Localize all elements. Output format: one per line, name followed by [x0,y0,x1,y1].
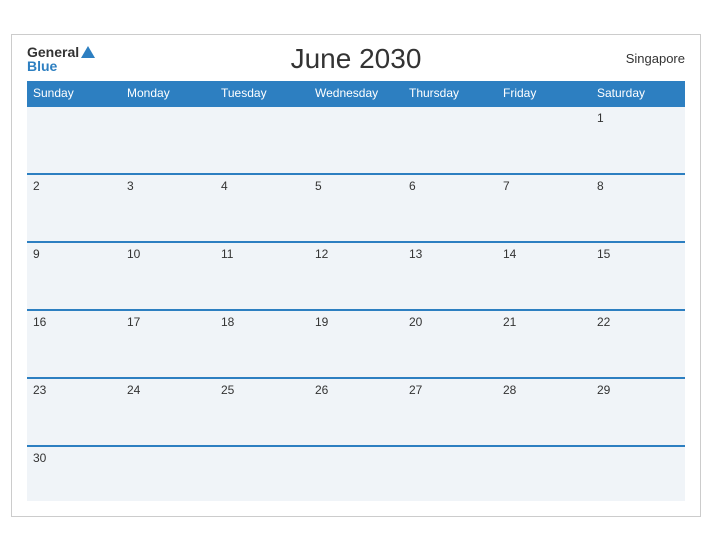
day-number: 5 [315,179,322,193]
calendar-cell [403,446,497,501]
day-number: 4 [221,179,228,193]
weekday-monday: Monday [121,81,215,106]
calendar-cell: 5 [309,174,403,242]
calendar-week-row: 30 [27,446,685,501]
calendar-cell [215,106,309,174]
calendar-cell [27,106,121,174]
day-number: 27 [409,383,422,397]
calendar-cell: 4 [215,174,309,242]
calendar-cell: 22 [591,310,685,378]
calendar-cell: 8 [591,174,685,242]
calendar-cell: 10 [121,242,215,310]
day-number: 22 [597,315,610,329]
day-number: 30 [33,451,46,465]
calendar-week-row: 2 3 4 5 6 7 8 [27,174,685,242]
calendar-cell: 29 [591,378,685,446]
calendar-week-row: 9 10 11 12 13 14 15 [27,242,685,310]
day-number: 2 [33,179,40,193]
day-number: 16 [33,315,46,329]
day-number: 29 [597,383,610,397]
calendar-week-row: 1 [27,106,685,174]
weekday-header-row: SundayMondayTuesdayWednesdayThursdayFrid… [27,81,685,106]
calendar-cell [215,446,309,501]
calendar-cell: 3 [121,174,215,242]
calendar-grid: SundayMondayTuesdayWednesdayThursdayFrid… [27,81,685,501]
calendar-cell [497,106,591,174]
calendar-cell: 30 [27,446,121,501]
day-number: 23 [33,383,46,397]
weekday-wednesday: Wednesday [309,81,403,106]
day-number: 11 [221,247,233,261]
calendar-container: General Blue June 2030 Singapore SundayM… [11,34,701,517]
weekday-tuesday: Tuesday [215,81,309,106]
calendar-cell: 14 [497,242,591,310]
calendar-cell: 2 [27,174,121,242]
calendar-header: General Blue June 2030 Singapore [27,45,685,73]
calendar-cell [121,106,215,174]
weekday-sunday: Sunday [27,81,121,106]
weekday-thursday: Thursday [403,81,497,106]
calendar-cell: 15 [591,242,685,310]
day-number: 20 [409,315,422,329]
day-number: 10 [127,247,140,261]
calendar-week-row: 23 24 25 26 27 28 29 [27,378,685,446]
day-number: 26 [315,383,328,397]
calendar-location: Singapore [626,51,685,66]
day-number: 12 [315,247,328,261]
day-number: 28 [503,383,516,397]
logo: General Blue [27,45,95,73]
logo-triangle-icon [81,46,95,58]
calendar-cell: 12 [309,242,403,310]
day-number: 25 [221,383,234,397]
calendar-cell: 18 [215,310,309,378]
calendar-cell [591,446,685,501]
day-number: 7 [503,179,510,193]
day-number: 14 [503,247,516,261]
day-number: 21 [503,315,516,329]
calendar-cell: 24 [121,378,215,446]
calendar-cell: 16 [27,310,121,378]
calendar-cell: 27 [403,378,497,446]
day-number: 19 [315,315,328,329]
day-number: 24 [127,383,140,397]
calendar-week-row: 16 17 18 19 20 21 22 [27,310,685,378]
calendar-cell [497,446,591,501]
calendar-cell: 1 [591,106,685,174]
calendar-cell: 25 [215,378,309,446]
weekday-saturday: Saturday [591,81,685,106]
day-number: 6 [409,179,416,193]
calendar-cell: 11 [215,242,309,310]
calendar-cell [309,106,403,174]
calendar-cell: 17 [121,310,215,378]
calendar-cell: 19 [309,310,403,378]
logo-blue-text: Blue [27,59,57,73]
day-number: 1 [597,111,604,125]
day-number: 8 [597,179,604,193]
calendar-cell: 21 [497,310,591,378]
day-number: 18 [221,315,234,329]
calendar-cell: 26 [309,378,403,446]
calendar-cell: 23 [27,378,121,446]
calendar-cell [403,106,497,174]
calendar-cell: 6 [403,174,497,242]
calendar-title: June 2030 [291,43,422,75]
calendar-cell: 7 [497,174,591,242]
weekday-friday: Friday [497,81,591,106]
logo-general-text: General [27,45,79,59]
day-number: 13 [409,247,422,261]
calendar-cell: 28 [497,378,591,446]
day-number: 9 [33,247,40,261]
calendar-cell [309,446,403,501]
calendar-cell [121,446,215,501]
day-number: 17 [127,315,140,329]
day-number: 15 [597,247,610,261]
calendar-cell: 9 [27,242,121,310]
calendar-cell: 20 [403,310,497,378]
calendar-cell: 13 [403,242,497,310]
day-number: 3 [127,179,134,193]
